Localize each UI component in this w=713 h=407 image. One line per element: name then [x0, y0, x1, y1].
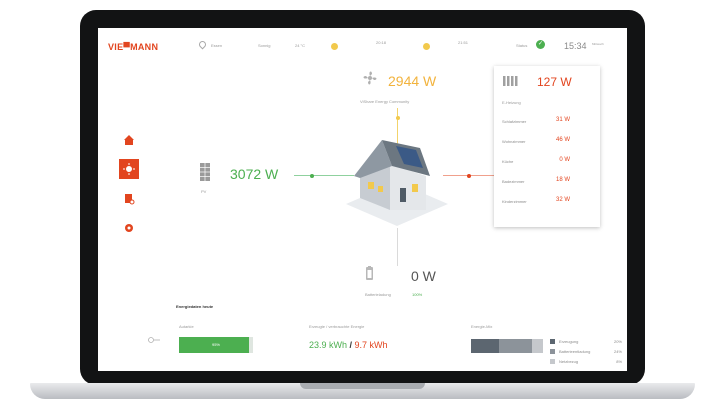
produced-energy: 23.9 kWh [309, 340, 348, 350]
legend-percent: 20% [613, 339, 622, 344]
app-screen: VIE▀MANN Essen Sonnig 24 °C 20:18 21:51 … [98, 28, 627, 371]
energy-label: Erzeugte / verbrauchte Energie [309, 324, 365, 329]
room-row: Schlafzimmer 31 W [502, 117, 596, 127]
battery-percent: 100% [412, 292, 423, 297]
room-value: 31 W [555, 117, 570, 123]
clock-date: Mittwoch [592, 42, 604, 46]
consumed-energy: 9.7 kWh [354, 340, 388, 350]
energy-mix-label: Energie-Mix [471, 324, 493, 329]
room-name: Badezimmer [502, 179, 525, 184]
battery-label: Batterieladung [365, 292, 391, 297]
mix-legend-row: Erzeugung 20% [550, 338, 622, 345]
energy-section-title: Energiedaten heute [176, 304, 214, 309]
energy-values: 23.9 kWh / 9.7 kWh [309, 340, 388, 350]
energy-mix-bar [471, 339, 543, 353]
consumer-power-value: 127 W [537, 75, 572, 89]
sun-icon [331, 43, 338, 50]
energy-mix-segment [531, 339, 543, 353]
logout-icon[interactable] [148, 336, 160, 344]
pv-panel-icon [200, 163, 210, 181]
room-row: Küche 0 W [502, 157, 596, 167]
fan-icon [363, 71, 377, 85]
pv-power-value: 3072 W [230, 166, 279, 182]
autarky-label: Autarkie [179, 324, 194, 329]
grid-power-value: 2944 W [388, 73, 437, 89]
home-icon[interactable] [123, 134, 135, 146]
grid-flow-dot [395, 116, 400, 120]
pv-flow-line [294, 175, 354, 176]
mix-legend-row: Batterieentladung 24% [550, 348, 622, 355]
document-search-icon[interactable] [123, 193, 135, 205]
pv-flow-dot [310, 173, 314, 178]
brand-logo: VIE▀MANN [108, 42, 159, 52]
energy-mix-segment [471, 339, 499, 353]
status-label: Status [516, 43, 528, 48]
weather-label: Sonnig [258, 43, 271, 48]
house-illustration [346, 140, 448, 226]
laptop-notch [300, 383, 425, 389]
room-row: Kinderzimmer 32 W [502, 197, 596, 207]
legend-swatch [550, 359, 555, 364]
room-row: Wohnzimmer 46 W [502, 137, 596, 147]
mix-legend-row: Netzbezug 8% [550, 358, 622, 365]
gear-icon[interactable] [123, 222, 135, 234]
autarky-value: 95% [211, 342, 220, 347]
legend-percent: 8% [616, 359, 622, 364]
consumer-panel: 127 W E-Heizung Schlafzimmer 31 W Wohnzi… [494, 66, 600, 227]
location-pin-icon [197, 39, 208, 50]
battery-power-value: 0 W [411, 268, 436, 284]
room-name: Kinderzimmer [502, 199, 527, 204]
legend-swatch [550, 349, 555, 354]
room-value: 18 W [555, 177, 570, 183]
clock: 15:34 [564, 41, 587, 51]
room-name: Schlafzimmer [502, 119, 527, 124]
room-value: 46 W [555, 137, 570, 143]
battery-icon [366, 266, 373, 280]
battery-flow-line [397, 228, 398, 266]
energy-mix-segment [498, 339, 532, 353]
room-value: 32 W [555, 197, 570, 203]
sun-icon [423, 43, 430, 50]
energy-separator: / [347, 340, 355, 350]
consumer-flow-dot [467, 173, 471, 178]
status-check-icon[interactable]: ✓ [536, 40, 545, 49]
sun-nav-icon [123, 163, 135, 175]
legend-label: Batterieentladung [559, 349, 591, 354]
pv-label: PV [201, 189, 207, 194]
consumer-label: E-Heizung [502, 100, 521, 105]
room-value: 0 W [559, 157, 570, 163]
legend-swatch [550, 339, 555, 344]
sun-window-1: 20:18 [376, 40, 387, 45]
room-name: Wohnzimmer [502, 139, 526, 144]
legend-label: Netzbezug [559, 359, 579, 364]
location-label: Essen [211, 43, 223, 48]
legend-label: Erzeugung [559, 339, 579, 344]
sun-window-2: 21:51 [458, 40, 469, 45]
radiator-icon [503, 76, 518, 86]
room-name: Küche [502, 159, 514, 164]
legend-percent: 24% [613, 349, 622, 354]
grid-label: ViShare Energy Community [360, 99, 410, 104]
room-row: Badezimmer 18 W [502, 177, 596, 187]
temperature-label: 24 °C [295, 43, 306, 48]
autarky-bar: 95% [179, 337, 253, 353]
